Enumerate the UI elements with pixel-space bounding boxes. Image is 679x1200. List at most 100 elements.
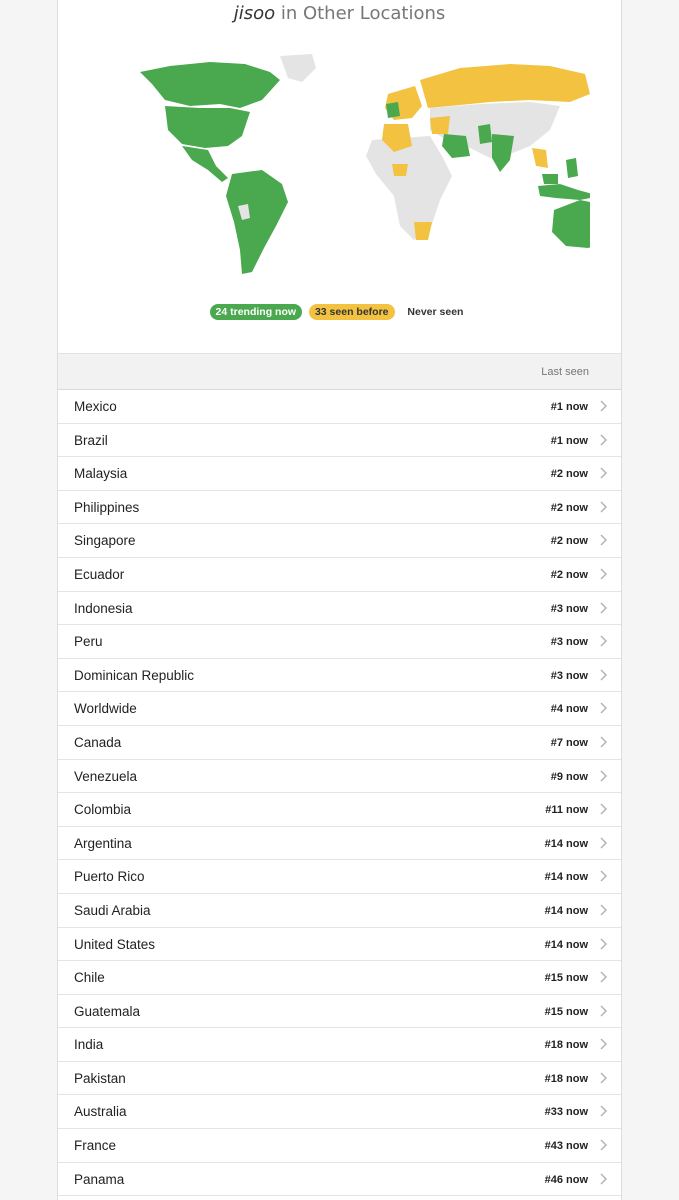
location-name: Ecuador	[74, 566, 125, 582]
location-row[interactable]: Brazil #1 now	[58, 424, 621, 458]
region-se-asia-yellow	[532, 148, 548, 168]
location-row[interactable]: Mexico #1 now	[58, 390, 621, 424]
title-suffix: in Other Locations	[275, 3, 446, 24]
trends-card: jisoo in Other Locations 24 trending now…	[57, 0, 622, 1200]
location-name: Philippines	[74, 499, 140, 515]
chevron-right-icon	[600, 1139, 608, 1151]
location-row[interactable]: Canada #7 now	[58, 726, 621, 760]
location-rank: #18 now	[544, 1072, 588, 1085]
location-rank: #9 now	[550, 770, 588, 783]
location-rank: #2 now	[550, 501, 588, 514]
location-name: India	[74, 1037, 104, 1053]
world-map	[130, 50, 590, 285]
location-rank: #46 now	[544, 1173, 588, 1186]
location-row[interactable]: India #18 now	[58, 1028, 621, 1062]
location-row[interactable]: Puerto Rico #14 now	[58, 860, 621, 894]
location-row[interactable]: Saudi Arabia #14 now	[58, 894, 621, 928]
section-title: jisoo in Other Locations	[58, 3, 621, 24]
location-row[interactable]: Singapore #2 now	[58, 524, 621, 558]
chevron-right-icon	[600, 434, 608, 446]
region-indonesia	[538, 184, 590, 200]
location-rank: #18 now	[544, 1039, 588, 1052]
chevron-right-icon	[600, 602, 608, 614]
location-row[interactable]: Venezuela #9 now	[58, 760, 621, 794]
location-rank: #14 now	[544, 837, 588, 850]
location-row[interactable]: Argentina #14 now	[58, 827, 621, 861]
location-rank: #33 now	[544, 1106, 588, 1119]
location-row[interactable]: United States #14 now	[58, 928, 621, 962]
location-row[interactable]: Worldwide #4 now	[58, 692, 621, 726]
legend-never-seen: Never seen	[407, 306, 464, 318]
chevron-right-icon	[600, 467, 608, 479]
location-rank: #4 now	[550, 703, 588, 716]
chevron-right-icon	[600, 837, 608, 849]
location-rank: #2 now	[550, 535, 588, 548]
location-rank: #14 now	[544, 938, 588, 951]
location-row[interactable]: Indonesia #3 now	[58, 592, 621, 626]
location-name: Dominican Republic	[74, 667, 195, 683]
region-saudi-arabia	[442, 134, 470, 158]
chevron-right-icon	[600, 635, 608, 647]
chevron-right-icon	[600, 702, 608, 714]
location-name: Malaysia	[74, 466, 128, 482]
world-map-svg	[140, 54, 590, 274]
location-row[interactable]: Australia #33 now	[58, 1095, 621, 1130]
location-name: Venezuela	[74, 768, 138, 784]
location-name: Brazil	[74, 432, 108, 448]
location-rank: #3 now	[550, 602, 588, 615]
region-mexico	[182, 146, 228, 182]
location-rank: #2 now	[550, 568, 588, 581]
location-rank: #3 now	[550, 636, 588, 649]
location-rank: #43 now	[544, 1140, 588, 1153]
location-name: Chile	[74, 970, 105, 986]
location-name: Peru	[74, 634, 103, 650]
chevron-right-icon	[600, 1072, 608, 1084]
region-russia	[420, 64, 590, 108]
region-west-africa-yellow	[392, 164, 408, 176]
location-row[interactable]: Philippines #2 now	[58, 491, 621, 525]
location-rank: #3 now	[550, 669, 588, 682]
location-row[interactable]: Dominican Republic #3 now	[58, 659, 621, 693]
region-middle-east-yellow	[430, 116, 450, 134]
location-row[interactable]: Colombia #11 now	[58, 793, 621, 827]
location-name: Australia	[74, 1104, 127, 1120]
chevron-right-icon	[600, 971, 608, 983]
location-name: Indonesia	[74, 600, 133, 616]
region-philippines	[566, 158, 578, 178]
location-name: Mexico	[74, 399, 117, 414]
region-pakistan	[478, 124, 492, 144]
location-rank: #14 now	[544, 904, 588, 917]
chevron-right-icon	[600, 568, 608, 580]
chevron-right-icon	[600, 501, 608, 513]
chevron-right-icon	[600, 870, 608, 882]
location-rank: #15 now	[544, 972, 588, 985]
location-row[interactable]: Panama #46 now	[58, 1163, 621, 1197]
location-name: Guatemala	[74, 1003, 141, 1019]
location-row[interactable]: France #43 now	[58, 1129, 621, 1163]
location-row[interactable]: Ecuador #2 now	[58, 558, 621, 592]
chevron-right-icon	[600, 669, 608, 681]
location-row[interactable]: Peru #3 now	[58, 625, 621, 659]
chevron-right-icon	[600, 937, 608, 950]
location-rank: #15 now	[544, 1005, 588, 1018]
region-usa	[165, 106, 250, 148]
search-query: jisoo	[233, 3, 276, 24]
location-name: United States	[74, 936, 156, 952]
chevron-right-icon	[600, 904, 608, 916]
location-row[interactable]: Chile #15 now	[58, 961, 621, 995]
location-row[interactable]: Malaysia #2 now	[58, 457, 621, 491]
location-name: Saudi Arabia	[74, 902, 151, 918]
location-name: Puerto Rico	[74, 869, 145, 885]
last-seen-header: Last seen	[541, 366, 589, 378]
chevron-right-icon	[600, 736, 608, 748]
chevron-right-icon	[600, 534, 608, 546]
chevron-right-icon	[600, 1038, 608, 1050]
location-row[interactable]: Pakistan #18 now	[58, 1062, 621, 1096]
chevron-right-icon	[600, 400, 608, 412]
location-row[interactable]: Guatemala #15 now	[58, 995, 621, 1029]
region-malaysia	[542, 174, 558, 184]
region-greenland	[280, 54, 316, 82]
region-india	[492, 134, 514, 172]
legend-trending: 24 trending now	[209, 304, 303, 320]
location-rank: #11 now	[545, 804, 588, 817]
